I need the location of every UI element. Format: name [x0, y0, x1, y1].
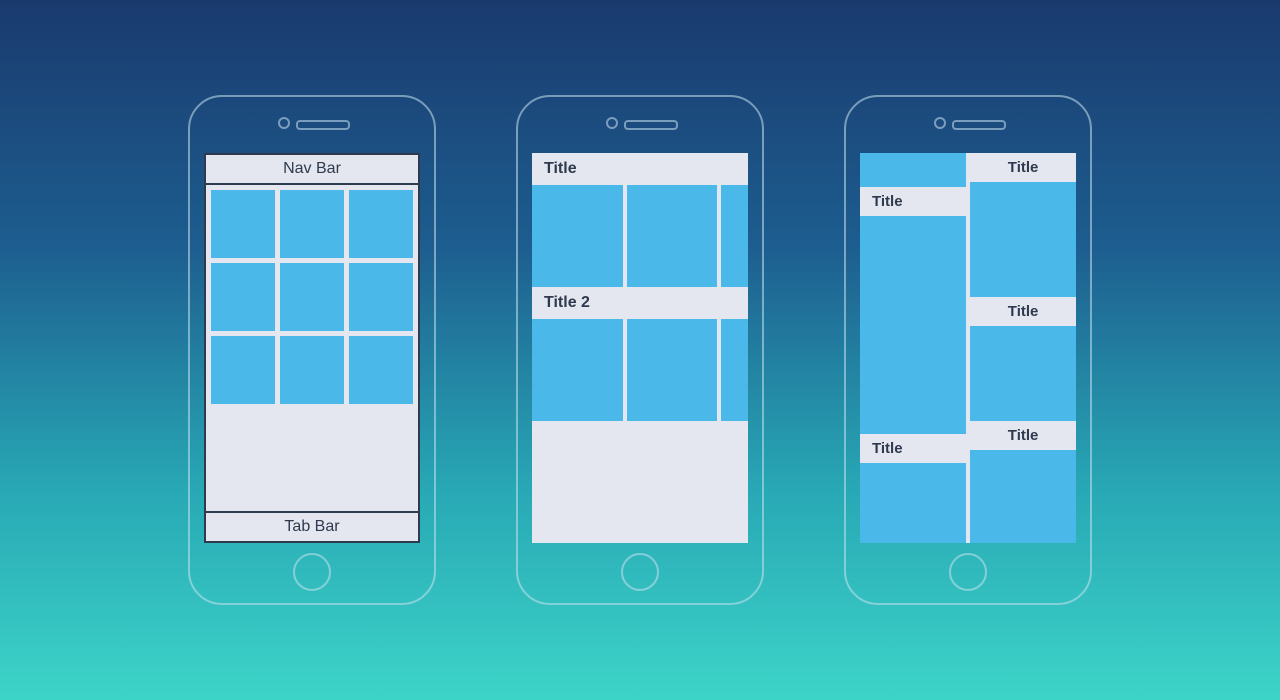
- row-cell[interactable]: [532, 185, 623, 287]
- phone-wireframe-masonry: Title Title Title Title Title: [844, 95, 1092, 605]
- section-row: [532, 185, 748, 287]
- masonry-title: Title: [860, 187, 966, 216]
- row-cell[interactable]: [721, 319, 748, 421]
- section-header: Title 2: [532, 287, 748, 319]
- masonry-title: Title: [970, 297, 1076, 326]
- masonry-block[interactable]: [860, 216, 966, 434]
- row-cell[interactable]: [532, 319, 623, 421]
- section-row: [532, 319, 748, 421]
- home-button-icon: [949, 553, 987, 591]
- grid-cell[interactable]: [211, 336, 275, 404]
- grid-cell[interactable]: [349, 263, 413, 331]
- grid-cell[interactable]: [280, 190, 344, 258]
- tab-bar[interactable]: Tab Bar: [206, 511, 418, 541]
- nav-bar[interactable]: Nav Bar: [206, 155, 418, 185]
- grid-cell[interactable]: [211, 190, 275, 258]
- row-cell[interactable]: [627, 185, 718, 287]
- screen-sections: Title Title 2: [532, 153, 748, 543]
- masonry-block[interactable]: [860, 153, 966, 187]
- grid-cell[interactable]: [349, 190, 413, 258]
- grid-cell[interactable]: [280, 263, 344, 331]
- row-cell[interactable]: [627, 319, 718, 421]
- section-header: Title: [532, 153, 748, 185]
- screen-grid: Nav Bar Tab Bar: [204, 153, 420, 543]
- home-button-icon: [293, 553, 331, 591]
- phone-wireframe-sections: Title Title 2: [516, 95, 764, 605]
- masonry-block[interactable]: [970, 326, 1076, 421]
- masonry-title: Title: [860, 434, 966, 463]
- home-button-icon: [621, 553, 659, 591]
- grid-cell[interactable]: [349, 336, 413, 404]
- masonry-block[interactable]: [860, 463, 966, 543]
- masonry-block[interactable]: [970, 182, 1076, 297]
- screen-masonry: Title Title Title Title Title: [860, 153, 1076, 543]
- grid-cell[interactable]: [211, 263, 275, 331]
- grid-3x3: [206, 185, 418, 409]
- masonry-title: Title: [970, 153, 1076, 182]
- phone-wireframe-grid: Nav Bar Tab Bar: [188, 95, 436, 605]
- masonry-title: Title: [970, 421, 1076, 450]
- masonry-block[interactable]: [970, 450, 1076, 543]
- row-cell[interactable]: [721, 185, 748, 287]
- grid-cell[interactable]: [280, 336, 344, 404]
